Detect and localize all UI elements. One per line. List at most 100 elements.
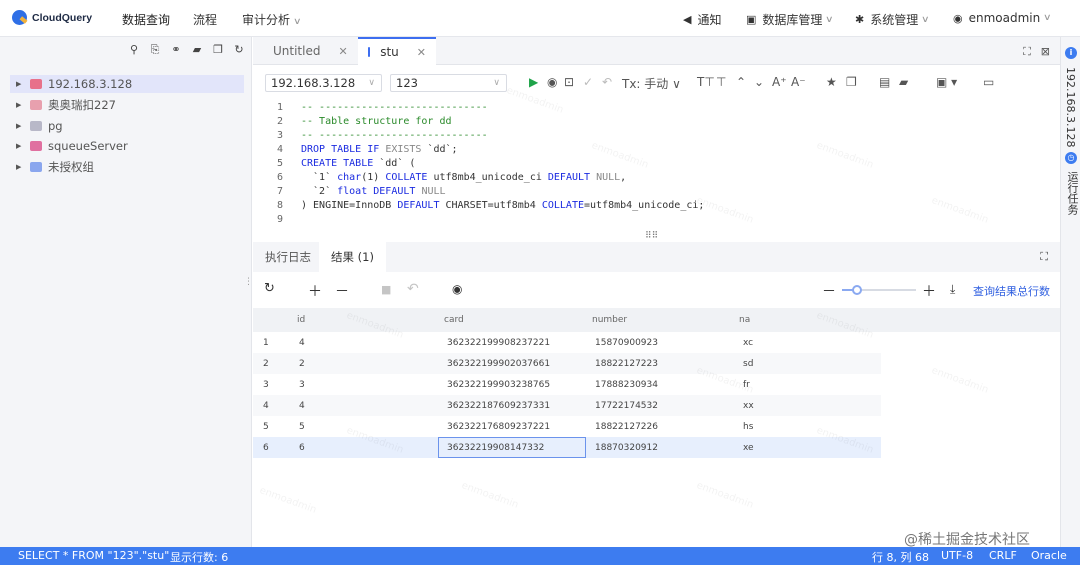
rail-connection-label[interactable]: 192.168.3.128 xyxy=(1064,67,1077,147)
expand-down-icon[interactable]: ⌄ xyxy=(754,75,764,89)
cell-number[interactable]: 18822127226 xyxy=(595,422,658,432)
connection-select[interactable]: 192.168.3.128 ∨ xyxy=(265,74,382,92)
save-icon[interactable]: ▣ ▾ xyxy=(936,75,957,89)
copy-icon[interactable]: ❐ xyxy=(212,43,224,57)
expand-arrow-icon[interactable]: ▶ xyxy=(16,122,30,130)
cell-number[interactable]: 18822127223 xyxy=(595,359,658,369)
notification-button[interactable]: ◀ 通知 xyxy=(683,11,721,28)
tab-untitled[interactable]: Untitled ✕ xyxy=(253,37,357,65)
brand-logo[interactable]: CloudQuery xyxy=(12,10,92,25)
stop-icon[interactable]: ◉ xyxy=(547,75,557,89)
fullscreen-icon[interactable]: ⛶ xyxy=(1023,45,1031,59)
pane-resize-handle[interactable]: ⠿⠿ xyxy=(645,231,658,241)
close-all-icon[interactable]: ⊠ xyxy=(1041,45,1050,59)
sidebar-item-unauthorized-group[interactable]: ▶ 未授权组 xyxy=(10,158,244,176)
cell-number[interactable]: 17722174532 xyxy=(595,401,658,411)
add-row-icon[interactable]: ＋ xyxy=(308,281,322,301)
font-decrease-icon[interactable]: A⁻ xyxy=(791,75,806,89)
cell-card[interactable]: 362322199908237221 xyxy=(447,338,550,348)
cell-id[interactable]: 3 xyxy=(299,380,305,390)
expand-arrow-icon[interactable]: ▶ xyxy=(16,163,30,171)
cell-card[interactable]: 36232219908147332 xyxy=(447,443,544,453)
cell-na[interactable]: xc xyxy=(743,338,753,348)
save-template-icon[interactable]: ▤ xyxy=(879,75,890,89)
refresh-icon[interactable]: ↻ xyxy=(264,281,275,296)
folder-icon[interactable]: ▰ xyxy=(191,43,203,57)
cell-id[interactable]: 2 xyxy=(299,359,305,369)
nav-data-query[interactable]: 数据查询 xyxy=(122,11,170,28)
zoom-out-icon[interactable]: － xyxy=(822,281,836,301)
zoom-in-icon[interactable]: ＋ xyxy=(922,281,936,301)
db-manage-menu[interactable]: ▣ 数据库管理 ∨ xyxy=(746,11,834,28)
status-db-type[interactable]: Oracle xyxy=(1031,549,1067,562)
column-header-na[interactable]: na xyxy=(739,315,750,325)
column-header-number[interactable]: number xyxy=(592,315,627,325)
drag-handle-icon[interactable]: ⋮ xyxy=(244,277,253,287)
sidebar-item-aoao[interactable]: ▶ 奥奥瑞扣227 xyxy=(10,96,244,114)
user-menu[interactable]: ◉ enmoadmin ∨ xyxy=(953,11,1052,25)
table-row[interactable]: 2 2 362322199902037661 18822127223 sd xyxy=(253,353,881,374)
collapse-up-icon[interactable]: ⌃ xyxy=(736,75,746,89)
column-header-id[interactable]: id xyxy=(297,315,305,325)
cell-number[interactable]: 18870320912 xyxy=(595,443,658,453)
cell-card[interactable]: 362322187609237331 xyxy=(447,401,550,411)
cell-card[interactable]: 362322199903238765 xyxy=(447,380,550,390)
status-cursor-position[interactable]: 行 8, 列 68 xyxy=(872,549,929,565)
lock-icon[interactable]: ■ xyxy=(381,283,391,296)
expand-arrow-icon[interactable]: ▶ xyxy=(16,142,30,150)
expand-arrow-icon[interactable]: ▶ xyxy=(16,101,30,109)
download-icon[interactable]: ⤓ xyxy=(950,282,955,297)
refresh-icon[interactable]: ↻ xyxy=(233,43,245,57)
database-select[interactable]: 123 ∨ xyxy=(390,74,507,92)
cell-card[interactable]: 362322176809237221 xyxy=(447,422,550,432)
cell-id[interactable]: 6 xyxy=(299,443,305,453)
cell-id[interactable]: 5 xyxy=(299,422,305,432)
nav-workflow[interactable]: 流程 xyxy=(193,11,217,28)
cell-card[interactable]: 362322199902037661 xyxy=(447,359,550,369)
table-row[interactable]: 3 3 362322199903238765 17888230934 fr xyxy=(253,374,881,395)
format-text-icon[interactable]: T⊤ xyxy=(697,75,715,89)
zoom-slider[interactable] xyxy=(842,285,916,295)
eye-icon[interactable]: ◉ xyxy=(452,282,462,296)
copy-icon[interactable]: ❐ xyxy=(846,75,857,89)
cell-id[interactable]: 4 xyxy=(299,401,305,411)
expand-arrow-icon[interactable]: ▶ xyxy=(16,80,30,88)
share-icon[interactable]: ⚭ xyxy=(170,43,182,57)
table-row[interactable]: 1 4 362322199908237221 15870900923 xc xyxy=(253,332,881,353)
cell-number[interactable]: 15870900923 xyxy=(595,338,658,348)
transaction-mode-select[interactable]: Tx: 手动 ∨ xyxy=(622,75,681,92)
nav-audit[interactable]: 审计分析 ∨ xyxy=(242,11,302,28)
tab-result[interactable]: 结果 (1) xyxy=(319,242,386,272)
star-icon[interactable]: ★ xyxy=(826,75,837,89)
folder-open-icon[interactable]: ▰ xyxy=(899,75,908,89)
clock-icon[interactable]: ◷ xyxy=(1065,152,1077,164)
table-row[interactable]: 6 6 36232219908147332 18870320912 xe xyxy=(253,437,881,458)
cell-na[interactable]: hs xyxy=(743,422,753,432)
sidebar-item-squeueserver[interactable]: ▶ squeueServer xyxy=(10,137,244,155)
zoom-slider-knob[interactable] xyxy=(852,285,862,295)
sidebar-item-pg[interactable]: ▶ pg xyxy=(10,117,244,135)
paint-icon[interactable]: ⊤ xyxy=(716,75,726,89)
undo-icon[interactable]: ↶ xyxy=(407,281,419,297)
status-encoding[interactable]: UTF-8 xyxy=(941,549,973,562)
column-header-card[interactable]: card xyxy=(444,315,464,325)
commit-icon[interactable]: ✓ xyxy=(583,75,593,89)
new-query-icon[interactable]: ⎘ xyxy=(149,43,161,57)
rollback-icon[interactable]: ↶ xyxy=(602,75,612,89)
tab-stu[interactable]: stu ✕ xyxy=(358,37,436,65)
expand-icon[interactable]: ⛶ xyxy=(1040,250,1048,264)
table-row[interactable]: 4 4 362322187609237331 17722174532 xx xyxy=(253,395,881,416)
cell-na[interactable]: xe xyxy=(743,443,754,453)
sidebar-item-192-168-3-128[interactable]: ▶ 192.168.3.128 xyxy=(10,75,244,93)
cell-na[interactable]: sd xyxy=(743,359,753,369)
remove-row-icon[interactable]: － xyxy=(335,281,349,301)
rail-running-tasks[interactable]: 运行任务 xyxy=(1064,171,1080,215)
run-icon[interactable]: ▶ xyxy=(529,75,538,89)
tab-execution-log[interactable]: 执行日志 xyxy=(253,242,323,272)
cell-number[interactable]: 17888230934 xyxy=(595,380,658,390)
search-icon[interactable]: ⚲ xyxy=(128,43,140,57)
sql-editor[interactable]: 1 2 3 4 5 6 7 8 9 -- -------------------… xyxy=(253,99,1060,242)
system-manage-menu[interactable]: ✱ 系统管理 ∨ xyxy=(855,11,930,28)
total-rows-link[interactable]: 查询结果总行数 xyxy=(973,283,1050,299)
font-increase-icon[interactable]: A⁺ xyxy=(772,75,787,89)
